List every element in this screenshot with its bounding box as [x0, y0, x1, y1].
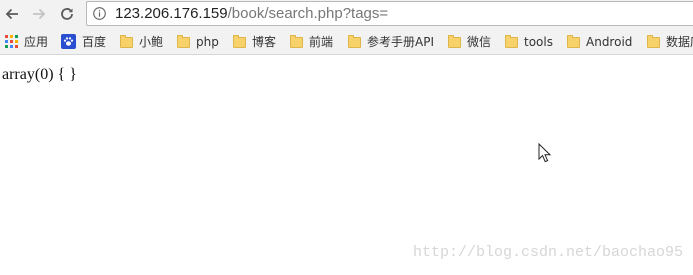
bookmark-label: 数据库	[666, 35, 693, 49]
reload-icon	[61, 8, 73, 20]
bookmark-folder-wechat[interactable]: 微信	[448, 33, 491, 50]
folder-icon	[567, 34, 580, 48]
back-button[interactable]	[2, 4, 22, 24]
folder-icon	[120, 34, 133, 48]
bookmark-label: 前端	[309, 35, 334, 49]
bookmark-folder-api-reference[interactable]: 参考手册API	[348, 33, 434, 50]
bookmark-folder-android[interactable]: Android	[567, 33, 632, 50]
folder-icon	[448, 34, 461, 48]
url-text[interactable]: 123.206.176.159/book/search.php?tags=	[115, 5, 388, 23]
url-host: 123.206.176.159	[115, 5, 228, 22]
bookmark-folder-tools[interactable]: tools	[505, 33, 553, 50]
bookmark-folder-php[interactable]: php	[177, 33, 219, 50]
bookmark-label: php	[196, 34, 219, 49]
reload-button[interactable]	[57, 4, 77, 24]
browser-toolbar: 123.206.176.159/book/search.php?tags=	[0, 0, 693, 28]
url-path: /book/search.php?tags=	[227, 5, 389, 22]
bookmark-label: 应用	[24, 35, 49, 49]
folder-icon	[505, 34, 518, 48]
page-output-text: array(0) { }	[2, 66, 77, 83]
apps-grid-icon	[5, 35, 18, 48]
arrow-right-icon	[33, 8, 46, 20]
bookmark-label: Android	[586, 34, 633, 49]
address-bar[interactable]: 123.206.176.159/book/search.php?tags=	[86, 1, 693, 26]
bookmark-baidu[interactable]: 百度	[61, 33, 106, 50]
bookmark-folder-xiaobao[interactable]: 小鲍	[120, 33, 163, 50]
bookmark-folder-blog[interactable]: 博客	[233, 33, 276, 50]
bookmark-label: 小鲍	[139, 35, 164, 49]
bookmark-folder-frontend[interactable]: 前端	[290, 33, 333, 50]
mouse-cursor-icon	[538, 143, 552, 163]
folder-icon	[177, 34, 190, 48]
bookmark-apps[interactable]: 应用	[5, 33, 48, 50]
folder-icon	[348, 34, 361, 48]
bookmarks-bar: 应用 百度 小鲍 php 博客 前端 参考手册API 微信 tools Andr…	[0, 28, 693, 55]
folder-icon	[233, 34, 246, 48]
folder-icon	[647, 34, 660, 48]
baidu-paw-icon	[61, 34, 76, 49]
bookmark-label: 微信	[467, 35, 492, 49]
bookmark-label: 博客	[252, 35, 277, 49]
bookmark-folder-database[interactable]: 数据库	[647, 33, 693, 50]
folder-icon	[290, 34, 303, 48]
forward-button[interactable]	[29, 4, 49, 24]
bookmark-label: tools	[524, 34, 553, 49]
info-icon[interactable]	[93, 7, 106, 20]
watermark-text: http://blog.csdn.net/baochao95	[412, 244, 683, 261]
arrow-left-icon	[5, 8, 18, 20]
bookmark-label: 百度	[82, 35, 107, 49]
bookmark-label: 参考手册API	[367, 35, 434, 49]
